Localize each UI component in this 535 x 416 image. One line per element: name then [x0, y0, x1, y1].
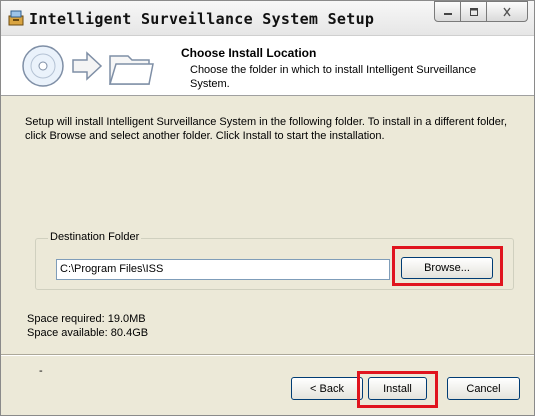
close-icon [503, 7, 511, 16]
window-title: Intelligent Surveillance System Setup [29, 10, 375, 28]
page-subtitle: Choose the folder in which to install In… [190, 64, 477, 90]
browse-highlight-box [392, 246, 503, 286]
back-button[interactable]: < Back [291, 377, 363, 400]
destination-folder-label: Destination Folder [48, 231, 142, 243]
title-bar[interactable]: Intelligent Surveillance System Setup [1, 1, 534, 36]
space-required-text: Space required: 19.0MB [27, 313, 146, 325]
maximize-icon [469, 7, 478, 16]
intro-text: Setup will install Intelligent Surveilla… [25, 116, 508, 142]
footer-divider [1, 354, 534, 356]
close-button[interactable] [486, 1, 528, 22]
page-title: Choose Install Location [181, 46, 317, 60]
minimize-icon [443, 12, 452, 15]
install-highlight-box [357, 371, 438, 408]
branding-text: - [39, 365, 43, 377]
maximize-button[interactable] [460, 1, 487, 22]
cancel-button-label: Cancel [466, 382, 501, 395]
installer-icon [7, 9, 25, 27]
cancel-button[interactable]: Cancel [447, 377, 520, 400]
content-area: Setup will install Intelligent Surveilla… [1, 96, 534, 415]
destination-folder-input[interactable]: C:\Program Files\ISS [56, 259, 390, 280]
caption-buttons [434, 1, 528, 23]
minimize-button[interactable] [434, 1, 461, 22]
space-available-text: Space available: 80.4GB [27, 327, 149, 339]
cd-to-folder-icon [15, 42, 155, 90]
back-button-label: < Back [310, 382, 344, 395]
header-panel: Choose Install Location Choose the folde… [1, 36, 534, 96]
setup-window: Intelligent Surveillance System Setup Ch… [0, 0, 535, 416]
